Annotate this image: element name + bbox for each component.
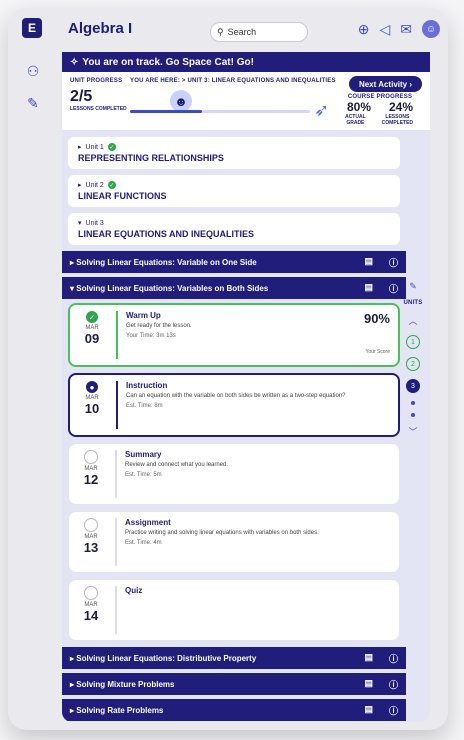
unit-title: LINEAR FUNCTIONS (78, 191, 167, 201)
search-placeholder: Search (227, 27, 257, 37)
unit-card-3[interactable]: ▾ Unit 3 LINEAR EQUATIONS AND INEQUALITIE… (68, 213, 400, 245)
add-icon[interactable]: ⊕ (358, 21, 370, 38)
unit-progress-fill (130, 110, 202, 113)
status-banner: ✧ You are on track. Go Space Cat! Go! (62, 52, 430, 72)
empty-circle-icon (84, 518, 98, 532)
avatar[interactable]: ☺ (422, 20, 440, 38)
units-rail: ✎ UNITS ︿ 1 2 3 ﹀ (403, 281, 423, 438)
megaphone-icon[interactable]: ◁ (379, 21, 390, 38)
unit-jump-3[interactable]: 3 (406, 379, 420, 393)
info-icon[interactable]: ⓘ (389, 652, 398, 665)
notes-icon[interactable]: ▤ (364, 678, 373, 691)
unit-dot[interactable] (411, 413, 415, 417)
course-progress: COURSE PROGRESS 80% 24% ACTUAL GRADE LES… (338, 94, 422, 126)
notes-icon[interactable]: ▤ (364, 704, 373, 717)
sparkle-icon: ✧ (70, 56, 79, 68)
unit-title: REPRESENTING RELATIONSHIPS (78, 153, 224, 163)
unit-card-2[interactable]: ▸ Unit 2 ✓ LINEAR FUNCTIONS (68, 175, 400, 207)
info-icon[interactable]: ⓘ (389, 704, 398, 717)
activity-instruction[interactable]: ● MAR 10 Instruction Can an equation with … (68, 373, 400, 437)
lesson-bar-2[interactable]: ▾ Solving Linear Equations: Variables on… (62, 277, 406, 299)
next-activity-button[interactable]: Next Activity › (348, 76, 422, 92)
edit-icon[interactable]: ✎ (24, 94, 42, 112)
info-icon[interactable]: ⓘ (389, 282, 398, 295)
caret-right-icon: ▸ (78, 182, 82, 189)
activity-assignment[interactable]: MAR 13 Assignment Practice writing and so… (68, 511, 400, 573)
unit-jump-1[interactable]: 1 (406, 335, 420, 349)
banner-text: You are on track. Go Space Cat! Go! (82, 56, 254, 68)
activity-warm-up[interactable]: ✓ MAR 09 Warm Up Get ready for the lesson.… (68, 303, 400, 367)
notes-icon[interactable]: ▤ (364, 256, 373, 269)
lessons-completed-value: 24% (388, 100, 414, 114)
info-icon[interactable]: ⓘ (389, 678, 398, 691)
edit-icon[interactable]: ✎ (409, 281, 417, 292)
lesson-bar-4[interactable]: ▸ Solving Mixture Problems ▤ ⓘ (62, 673, 406, 695)
check-icon: ✓ (107, 143, 116, 151)
chevron-up-icon[interactable]: ︿ (408, 314, 417, 327)
unit-card-1[interactable]: ▸ Unit 1 ✓ REPRESENTING RELATIONSHIPS (68, 137, 400, 169)
units-rail-label: UNITS (403, 300, 423, 306)
location-pin-icon: ● (86, 381, 98, 393)
lessons-completed-pct-label: LESSONS COMPLETED (381, 114, 414, 126)
chevron-down-icon[interactable]: ﹀ (408, 425, 417, 438)
unit-progress-count: 2/5 (70, 88, 93, 105)
empty-circle-icon (84, 450, 98, 464)
units-list: ▸ Unit 1 ✓ REPRESENTING RELATIONSHIPS ▸ Uni… (62, 131, 430, 722)
search-input[interactable]: ⚲ Search (210, 22, 308, 42)
unit-jump-2[interactable]: 2 (406, 357, 420, 371)
lessons-completed-label: LESSONS COMPLETED (70, 106, 127, 112)
course-title: Algebra I (68, 20, 133, 37)
check-icon: ✓ (107, 181, 116, 189)
info-icon[interactable]: ⓘ (389, 256, 398, 269)
score-value: 90% (363, 311, 390, 326)
progress-row: UNIT PROGRESS 2/5 LESSONS COMPLETED YOU … (62, 72, 430, 131)
empty-circle-icon (84, 586, 98, 600)
lesson-bar-3[interactable]: ▸ Solving Linear Equations: Distributive… (62, 647, 406, 669)
lesson-bar-5[interactable]: ▸ Solving Rate Problems ▤ ⓘ (62, 699, 406, 721)
astronaut-icon: ☻ (170, 90, 192, 112)
unit-title: LINEAR EQUATIONS AND INEQUALITIES (78, 229, 255, 239)
activity-summary[interactable]: MAR 12 Summary Review and connect what yo… (68, 443, 400, 505)
mail-icon[interactable]: ✉ (400, 21, 412, 38)
notes-icon[interactable]: ▤ (364, 652, 373, 665)
main-panel: ✧ You are on track. Go Space Cat! Go! UN… (62, 52, 430, 722)
caret-right-icon: ▸ (78, 144, 82, 151)
top-icons: ⊕ ◁ ✉ ☺ (358, 20, 440, 38)
check-icon: ✓ (86, 311, 98, 323)
you-are-here: YOU ARE HERE: > UNIT 3: LINEAR EQUATIONS… (130, 78, 336, 84)
unit-progress-label: UNIT PROGRESS (70, 78, 123, 84)
app-logo[interactable]: E (22, 18, 42, 38)
people-icon[interactable]: ⚇ (24, 62, 42, 80)
unit-dot[interactable] (411, 401, 415, 405)
caret-down-icon: ▾ (78, 220, 82, 227)
search-icon: ⚲ (217, 26, 224, 37)
rocket-icon: ➶ (314, 100, 330, 120)
lesson-bar-1[interactable]: ▸ Solving Linear Equations: Variable on … (62, 251, 406, 273)
score-label: Your Score (365, 349, 390, 355)
top-bar: Algebra I ⚲ Search ⊕ ◁ ✉ ☺ (60, 18, 450, 50)
activity-quiz[interactable]: MAR 14 Quiz (68, 579, 400, 641)
unit-progress: UNIT PROGRESS 2/5 LESSONS COMPLETED (70, 78, 127, 112)
actual-grade-value: 80% (346, 100, 372, 114)
unit-progress-bar (130, 110, 310, 113)
actual-grade-label: ACTUAL GRADE (345, 114, 366, 126)
notes-icon[interactable]: ▤ (364, 282, 373, 295)
